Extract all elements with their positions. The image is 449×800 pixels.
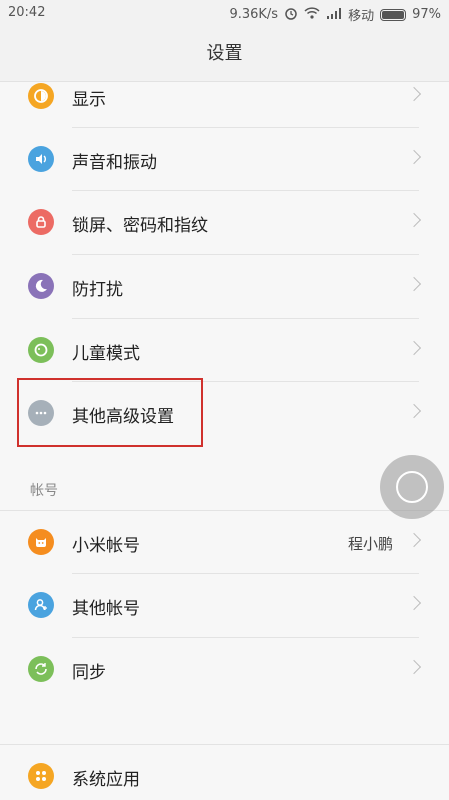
sync-icon [28,656,54,682]
status-bar: 20:42 9.36K/s 移动 97% [0,0,449,26]
settings-item-label: 声音和振动 [72,153,157,173]
signal-icon [326,7,342,23]
lock-icon [28,209,54,235]
chevron-right-icon [406,212,422,228]
settings-item-sync[interactable]: 同步 [0,638,449,701]
chevron-right-icon [406,276,422,292]
alarm-icon [284,6,298,24]
settings-list[interactable]: 显示 声音和振动 锁屏、密码和指纹 防打扰 儿童模式 其他高级设置 帐号 小米帐… [0,82,449,800]
settings-item-label: 儿童模式 [72,344,140,364]
battery-icon [380,8,407,21]
chevron-right-icon [406,595,422,611]
settings-item-label: 小米帐号 [72,536,140,556]
chevron-right-icon [406,86,422,102]
chevron-right-icon [406,149,422,165]
settings-item-mi-account[interactable]: 小米帐号 程小鹏 [0,511,449,574]
settings-item-label: 显示 [72,90,106,110]
settings-item-label: 系统应用 [72,770,140,790]
chevron-right-icon [406,659,422,675]
display-icon [28,83,54,109]
carrier-name: 移动 [348,9,375,24]
settings-item-display[interactable]: 显示 [0,65,449,128]
settings-item-system-apps[interactable]: 系统应用 [0,745,449,800]
status-right: 9.36K/s 移动 97% [229,5,441,24]
floating-assist-button[interactable] [380,455,444,519]
settings-item-child-mode[interactable]: 儿童模式 [0,319,449,382]
chevron-right-icon [406,340,422,356]
settings-item-label: 同步 [72,663,106,683]
settings-item-other-accounts[interactable]: 其他帐号 [0,574,449,637]
settings-item-sound[interactable]: 声音和振动 [0,128,449,191]
chevron-right-icon [406,403,422,419]
mi-account-icon [28,529,54,555]
chevron-right-icon [406,532,422,548]
status-time: 20:42 [8,5,46,20]
settings-item-label: 锁屏、密码和指纹 [72,216,208,236]
user-icon [28,592,54,618]
moon-icon [28,273,54,299]
sound-icon [28,146,54,172]
settings-item-label: 其他帐号 [72,599,140,619]
wifi-icon [304,6,320,23]
ring-icon [396,471,428,503]
settings-item-lock[interactable]: 锁屏、密码和指纹 [0,191,449,254]
apps-icon [28,763,54,789]
account-name: 程小鹏 [347,535,393,553]
settings-item-label: 防打扰 [72,280,123,300]
section-header-account: 帐号 [30,483,58,499]
highlight-box [17,378,203,447]
child-icon [28,337,54,363]
settings-item-dnd[interactable]: 防打扰 [0,255,449,318]
battery-level: 97% [412,7,441,22]
network-speed: 9.36K/s [229,7,279,22]
